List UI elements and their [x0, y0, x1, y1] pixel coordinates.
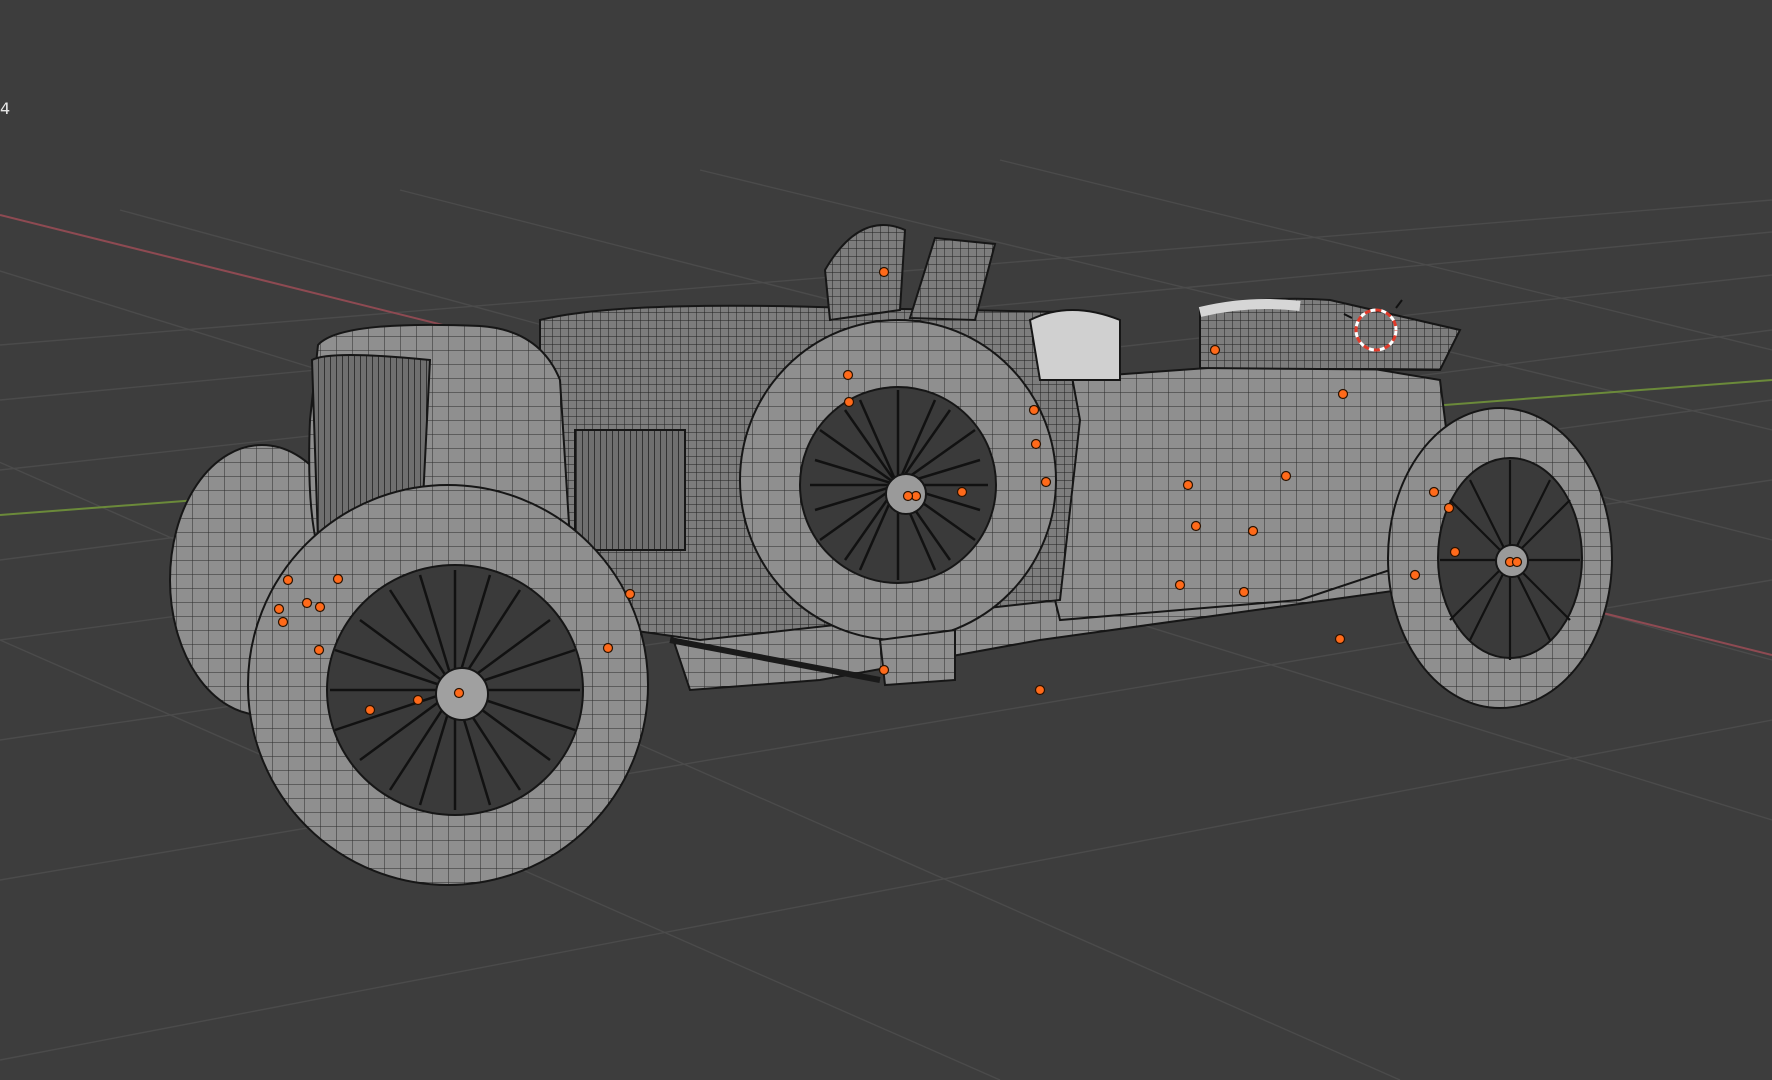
rear-wheel [1387, 407, 1613, 709]
step-plate [878, 628, 956, 687]
3d-viewport[interactable]: 4 [0, 0, 1772, 1080]
side-spare-wheel [739, 319, 1057, 641]
seat-left [823, 224, 907, 322]
engine-vent [574, 429, 686, 551]
front-wheel [247, 484, 649, 886]
fuel-tank [1028, 309, 1121, 381]
viewport-scene[interactable] [0, 0, 1772, 1080]
seat-right [908, 236, 997, 322]
viewport-overlay-text: 4 [0, 99, 11, 118]
